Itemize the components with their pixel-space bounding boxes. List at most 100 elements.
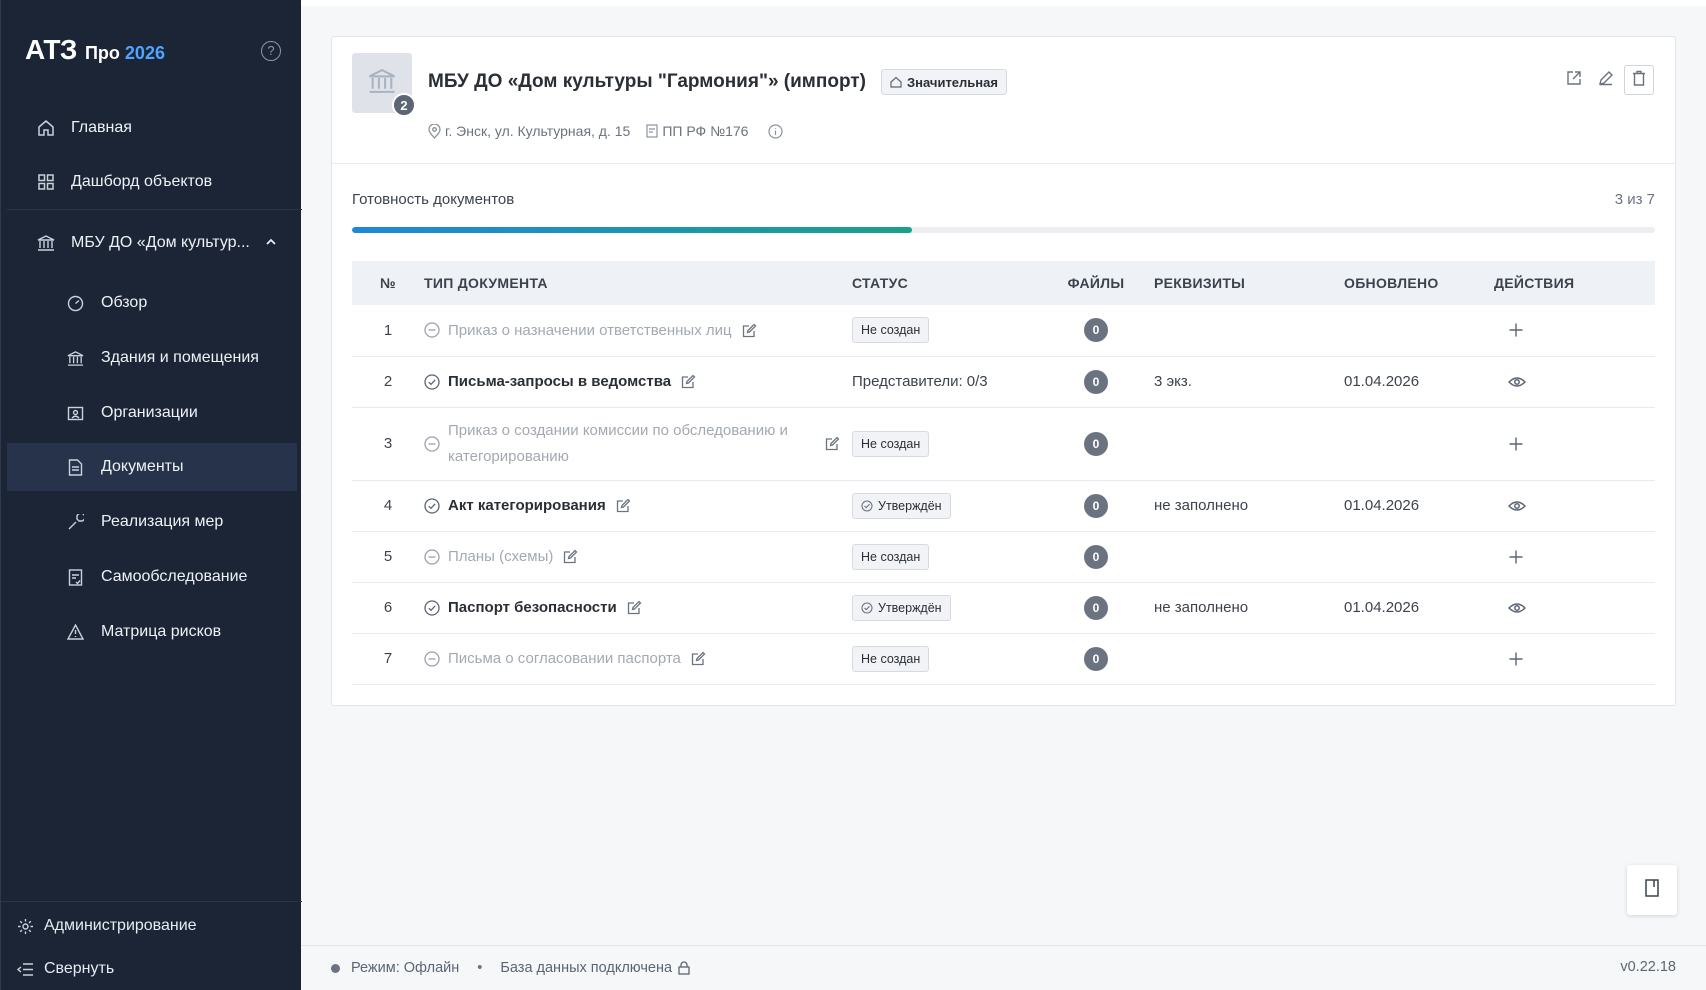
chevron-up-icon[interactable] — [265, 235, 277, 253]
status-text: Представители: 0/3 — [852, 373, 988, 390]
col-status[interactable]: СТАТУС — [852, 261, 1048, 305]
app-brand[interactable]: АТЗ Про 2026 — [25, 34, 165, 66]
sidebar-item-label: Здания и помещения — [101, 349, 259, 366]
table-row[interactable]: 4 Акт категорирования Утверждён 0 не заполне… — [352, 480, 1655, 532]
edit-document-icon[interactable] — [691, 651, 706, 666]
buildings-count-badge: 2 — [392, 93, 416, 117]
trash-icon — [1632, 70, 1646, 91]
edit-document-icon[interactable] — [681, 374, 696, 389]
updated-cell — [1344, 633, 1494, 685]
document-type[interactable]: Приказ о назначении ответственных лиц — [448, 322, 732, 339]
table-row[interactable]: 6 Паспорт безопасности Утверждён 0 не заполн… — [352, 582, 1655, 634]
category-badge: Значительная — [881, 69, 1007, 95]
id-card-icon — [64, 402, 86, 424]
building-columns-icon — [64, 347, 86, 369]
col-files[interactable]: ФАЙЛЫ — [1048, 261, 1144, 305]
sidebar-bottom-divider — [1, 901, 302, 902]
col-updated[interactable]: ОБНОВЛЕНО — [1344, 261, 1494, 305]
app-logo: АТЗ — [25, 34, 77, 65]
sidebar-item-label: Самообследование — [101, 568, 248, 585]
sidebar-item-label: Дашборд объектов — [71, 173, 213, 190]
table-row[interactable]: 5 Планы (схемы) Не создан 0 — [352, 531, 1655, 583]
document-type[interactable]: Паспорт безопасности — [448, 599, 617, 616]
document-type[interactable]: Планы (схемы) — [448, 548, 553, 565]
sidebar-item-documents[interactable]: Документы — [7, 443, 297, 491]
requisites-cell: не заполнено — [1144, 582, 1344, 634]
open-external-button[interactable] — [1559, 65, 1589, 95]
minus-circle-icon — [424, 322, 440, 338]
edit-document-icon[interactable] — [616, 498, 631, 513]
status-label: Утверждён — [878, 600, 942, 615]
files-count-badge: 0 — [1084, 318, 1108, 343]
view-document-button[interactable] — [1508, 375, 1655, 389]
sidebar-item-organizations[interactable]: Организации — [7, 389, 297, 437]
view-document-button[interactable] — [1508, 601, 1655, 615]
create-document-button[interactable] — [1508, 549, 1655, 565]
col-requisites[interactable]: РЕКВИЗИТЫ — [1144, 261, 1344, 305]
readiness-progress-bar — [352, 227, 1655, 233]
floating-bookmark-button[interactable] — [1627, 865, 1677, 915]
location-pin-icon — [428, 123, 441, 139]
sidebar-item-label: Документы — [101, 458, 184, 475]
create-document-button[interactable] — [1508, 322, 1655, 338]
edit-document-icon[interactable] — [825, 436, 840, 451]
mode-status: Режим: Офлайн — [351, 960, 460, 976]
collapse-label: Свернуть — [44, 960, 115, 977]
sidebar-item-buildings[interactable]: Здания и помещения — [7, 334, 297, 382]
edit-document-icon[interactable] — [563, 549, 578, 564]
sidebar-item-home[interactable]: Главная — [7, 104, 297, 152]
question-circle-icon[interactable]: ? — [261, 41, 281, 61]
table-row[interactable]: 3 Приказ о создании комиссии по обследова… — [352, 407, 1655, 481]
checklist-icon — [64, 566, 86, 588]
document-type[interactable]: Письма-запросы в ведомства — [448, 373, 671, 390]
check-circle-icon — [861, 499, 873, 512]
files-count-badge: 0 — [1084, 431, 1108, 456]
sidebar-item-label: Обзор — [101, 294, 148, 311]
row-number: 3 — [352, 407, 424, 481]
col-num[interactable]: № — [352, 261, 424, 305]
sidebar-item-self-assessment[interactable]: Самообследование — [7, 553, 297, 601]
pencil-icon — [1598, 70, 1614, 91]
sidebar-item-measures[interactable]: Реализация мер — [7, 498, 297, 546]
files-count-badge: 0 — [1084, 493, 1108, 518]
edit-object-button[interactable] — [1591, 65, 1621, 95]
create-document-button[interactable] — [1508, 651, 1655, 667]
object-documents-card: 2 МБУ ДО «Дом культуры "Гармония"» (импо… — [331, 36, 1676, 706]
table-row[interactable]: 7 Письма о согласовании паспорта Не создан… — [352, 633, 1655, 685]
document-type[interactable]: Акт категорирования — [448, 497, 606, 514]
building-columns-icon — [367, 67, 397, 100]
row-number: 4 — [352, 480, 424, 532]
check-circle-icon — [424, 599, 440, 616]
files-count-badge: 0 — [1084, 544, 1108, 569]
sidebar-item-overview[interactable]: Обзор — [7, 279, 297, 327]
row-number: 7 — [352, 633, 424, 685]
document-type[interactable]: Письма о согласовании паспорта — [448, 650, 681, 667]
view-document-button[interactable] — [1508, 499, 1655, 513]
gear-icon — [17, 918, 34, 935]
create-document-button[interactable] — [1508, 436, 1655, 452]
document-type[interactable]: Приказ о создании комиссии по обследован… — [448, 418, 825, 470]
info-icon[interactable] — [768, 123, 784, 139]
delete-object-button[interactable] — [1624, 65, 1654, 95]
sidebar-item-administration[interactable]: Администрирование — [1, 904, 302, 948]
sidebar-item-risk-matrix[interactable]: Матрица рисков — [7, 608, 297, 656]
requisites-cell: не заполнено — [1144, 480, 1344, 532]
readiness-count: 3 из 7 — [1614, 191, 1655, 208]
table-row[interactable]: 2 Письма-запросы в ведомства Представители… — [352, 356, 1655, 408]
wrench-icon — [64, 511, 86, 533]
col-type[interactable]: ТИП ДОКУМЕНТА — [424, 261, 852, 305]
files-count-badge: 0 — [1084, 595, 1108, 620]
collapse-sidebar-button[interactable]: Свернуть — [1, 947, 302, 990]
regulation-doc-icon — [646, 124, 658, 138]
sidebar-item-label: Реализация мер — [101, 513, 224, 530]
check-circle-icon — [424, 497, 440, 514]
building-columns-icon — [35, 232, 57, 254]
plus-icon — [1508, 549, 1524, 565]
edit-document-icon[interactable] — [742, 323, 757, 338]
sidebar: АТЗ Про 2026 ? Главная Дашборд объектов … — [0, 0, 302, 990]
edit-document-icon[interactable] — [627, 600, 642, 615]
table-row[interactable]: 1 Приказ о назначении ответственных лиц Не… — [352, 305, 1655, 357]
sidebar-item-dashboard[interactable]: Дашборд объектов — [7, 158, 297, 206]
sidebar-item-object[interactable]: МБУ ДО «Дом культур... — [7, 219, 297, 267]
files-count-badge: 0 — [1084, 369, 1108, 394]
